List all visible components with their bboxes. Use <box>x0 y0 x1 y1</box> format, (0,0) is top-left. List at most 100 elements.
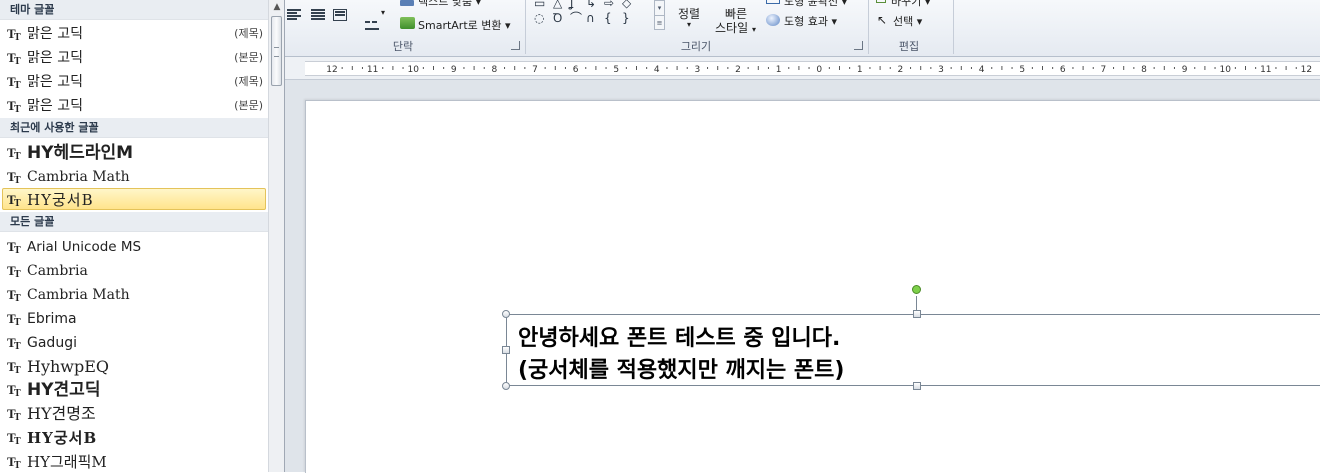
drawing-dialog-launcher-icon[interactable] <box>854 41 863 50</box>
arc-shape-icon[interactable]: ∩ <box>586 11 595 25</box>
truetype-font-icon: TT <box>7 359 21 376</box>
shape-effects-icon[interactable] <box>766 14 780 26</box>
font-item-all-3[interactable]: TT Cambria Math <box>2 283 266 305</box>
ruler-label: 6 <box>1060 65 1066 75</box>
select-button[interactable]: 선택 ▾ <box>893 13 922 29</box>
replace-button[interactable]: 바꾸기 ▾ <box>891 0 930 9</box>
shape-outline-label: 도형 윤곽선 <box>784 0 839 8</box>
text-line-1[interactable]: 안녕하세요 폰트 테스트 중 입니다. <box>518 320 840 352</box>
font-item-all-8[interactable]: TT HY견명조 <box>2 402 266 424</box>
justify-icon[interactable] <box>311 9 325 21</box>
truetype-font-icon: TT <box>7 145 21 162</box>
shapes-gallery[interactable]: ▭ △ ʆ ↳ ⇨ ◇ ◌ Ꝺ ⌒ ∩ { } <box>534 0 652 30</box>
flowchart-shape-icon[interactable]: ◇ <box>622 0 631 10</box>
ruler-label: 7 <box>1101 65 1107 75</box>
slide[interactable]: 안녕하세요 폰트 테스트 중 입니다. (궁서체를 적용했지만 깨지는 폰트) <box>305 100 1320 473</box>
scrollbar-thumb[interactable] <box>271 16 282 86</box>
font-item-all-7[interactable]: TT HY견고딕 <box>2 378 266 400</box>
columns-icon[interactable] <box>365 9 379 30</box>
rotation-handle[interactable] <box>912 285 921 294</box>
shape-outline-icon[interactable] <box>766 0 780 4</box>
font-name: HY헤드라인M <box>27 143 134 163</box>
font-item-theme-2[interactable]: TT 맑은 고딕 (본문) <box>2 46 266 68</box>
font-name: Cambria <box>27 263 88 279</box>
ruler-label: 0 <box>816 65 822 75</box>
font-item-recent-1[interactable]: TT HY헤드라인M <box>2 141 266 163</box>
ruler-label: 2 <box>898 65 904 75</box>
align-left-icon[interactable] <box>287 9 301 21</box>
font-role-tag: (제목) <box>234 27 263 40</box>
font-item-recent-2[interactable]: TT Cambria Math <box>2 165 266 187</box>
wave-shape-icon[interactable]: ⌒ <box>570 11 582 25</box>
resize-handle-bottom-left[interactable] <box>502 382 510 390</box>
ruler-label: 8 <box>1141 65 1147 75</box>
ruler-ticks: 12 11 10 9 8 7 6 5 4 3 2 1 0 1 2 3 4 5 6 7 8 9 10 11 12 <box>326 65 1312 75</box>
smartart-label: SmartArt로 변환 <box>418 19 502 32</box>
font-item-theme-3[interactable]: TT 맑은 고딕 (제목) <box>2 70 266 92</box>
font-list-scrollbar[interactable]: ▲ <box>268 0 284 472</box>
ruler-label: 1 <box>776 65 782 75</box>
shape-outline-button[interactable]: 도형 윤곽선 ▾ <box>784 0 847 9</box>
freeform-shape-icon[interactable]: ◌ <box>534 11 544 25</box>
font-name: Cambria Math <box>27 287 130 303</box>
truetype-font-icon: TT <box>7 430 21 447</box>
text-box[interactable]: 안녕하세요 폰트 테스트 중 입니다. (궁서체를 적용했지만 깨지는 폰트) <box>506 314 1320 386</box>
curve-shape-icon[interactable]: ʆ <box>570 0 574 10</box>
text-align-button[interactable]: 텍스트 맞춤 ▾ <box>418 0 481 9</box>
font-role-tag: (본문) <box>234 51 263 64</box>
rectangle-shape-icon[interactable]: ▭ <box>534 0 545 10</box>
triangle-shape-icon[interactable]: △ <box>553 0 562 10</box>
shapes-gallery-more-button[interactable]: ▾ ≡ <box>654 0 665 30</box>
truetype-font-icon: TT <box>7 263 21 280</box>
truetype-font-icon: TT <box>7 74 21 91</box>
arrange-dropdown-chevron-icon[interactable]: ▾ <box>687 20 691 29</box>
quick-styles-button[interactable]: 스타일 ▾ <box>715 19 756 36</box>
truetype-font-icon: TT <box>7 335 21 352</box>
ruler-label: 12 <box>326 65 337 75</box>
font-item-all-2[interactable]: TT Cambria <box>2 259 266 281</box>
truetype-font-icon: TT <box>7 311 21 328</box>
ruler-label: 5 <box>1019 65 1025 75</box>
quick-styles-label: 스타일 <box>715 21 749 35</box>
font-item-all-10[interactable]: TT HY그래픽M <box>2 450 266 472</box>
arrow-shape-icon[interactable]: ⇨ <box>604 0 614 10</box>
group-label-editing: 편집 <box>898 40 920 53</box>
horizontal-ruler[interactable]: 12 11 10 9 8 7 6 5 4 3 2 1 0 1 2 3 4 5 6 7 8 9 10 11 12 <box>285 57 1320 80</box>
right-brace-shape-icon[interactable]: } <box>622 11 630 25</box>
font-item-all-1[interactable]: TT Arial Unicode MS <box>2 235 266 257</box>
font-item-all-9[interactable]: TT HY궁서B <box>2 426 266 448</box>
ruler-label: 9 <box>451 65 457 75</box>
font-name: HY견명조 <box>27 404 96 423</box>
font-item-all-6[interactable]: TT HyhwpEQ <box>2 355 266 377</box>
group-label-paragraph: 단락 <box>392 40 414 53</box>
font-item-recent-3-highlighted[interactable]: TT HY궁서B <box>2 188 266 210</box>
select-label: 선택 <box>893 15 914 28</box>
group-label-drawing: 그리기 <box>680 40 712 53</box>
replace-icon[interactable] <box>876 0 886 3</box>
scroll-up-arrow-icon[interactable]: ▲ <box>270 0 284 14</box>
bent-arrow-shape-icon[interactable]: ↳ <box>586 0 596 10</box>
shape-effects-button[interactable]: 도형 효과 ▾ <box>784 13 837 29</box>
smartart-convert-button[interactable]: SmartArt로 변환 ▾ <box>418 17 511 33</box>
paragraph-dialog-launcher-icon[interactable] <box>511 41 520 50</box>
text-line-2[interactable]: (궁서체를 적용했지만 깨지는 폰트) <box>518 352 844 384</box>
distribute-icon[interactable] <box>333 9 347 21</box>
text-direction-icon[interactable] <box>400 0 414 6</box>
left-brace-shape-icon[interactable]: { <box>604 11 612 25</box>
resize-handle-bottom-center[interactable] <box>913 382 921 390</box>
font-item-theme-1[interactable]: TT 맑은 고딕 (제목) <box>2 22 266 44</box>
font-role-tag: (본문) <box>234 99 263 112</box>
lightning-shape-icon[interactable]: Ꝺ <box>553 11 562 25</box>
font-name: 맑은 고딕 <box>27 98 83 114</box>
ruler-label: 3 <box>938 65 944 75</box>
columns-dropdown-chevron-icon[interactable]: ▾ <box>381 8 385 17</box>
font-name: 맑은 고딕 <box>27 50 83 66</box>
resize-handle-middle-left[interactable] <box>502 346 510 354</box>
font-item-all-4[interactable]: TT Ebrima <box>2 307 266 329</box>
resize-handle-top-center[interactable] <box>913 310 921 318</box>
truetype-font-icon: TT <box>7 239 21 256</box>
font-item-all-5[interactable]: TT Gadugi <box>2 331 266 353</box>
font-item-theme-4[interactable]: TT 맑은 고딕 (본문) <box>2 94 266 116</box>
smartart-icon[interactable] <box>400 17 415 29</box>
resize-handle-top-left[interactable] <box>502 310 510 318</box>
